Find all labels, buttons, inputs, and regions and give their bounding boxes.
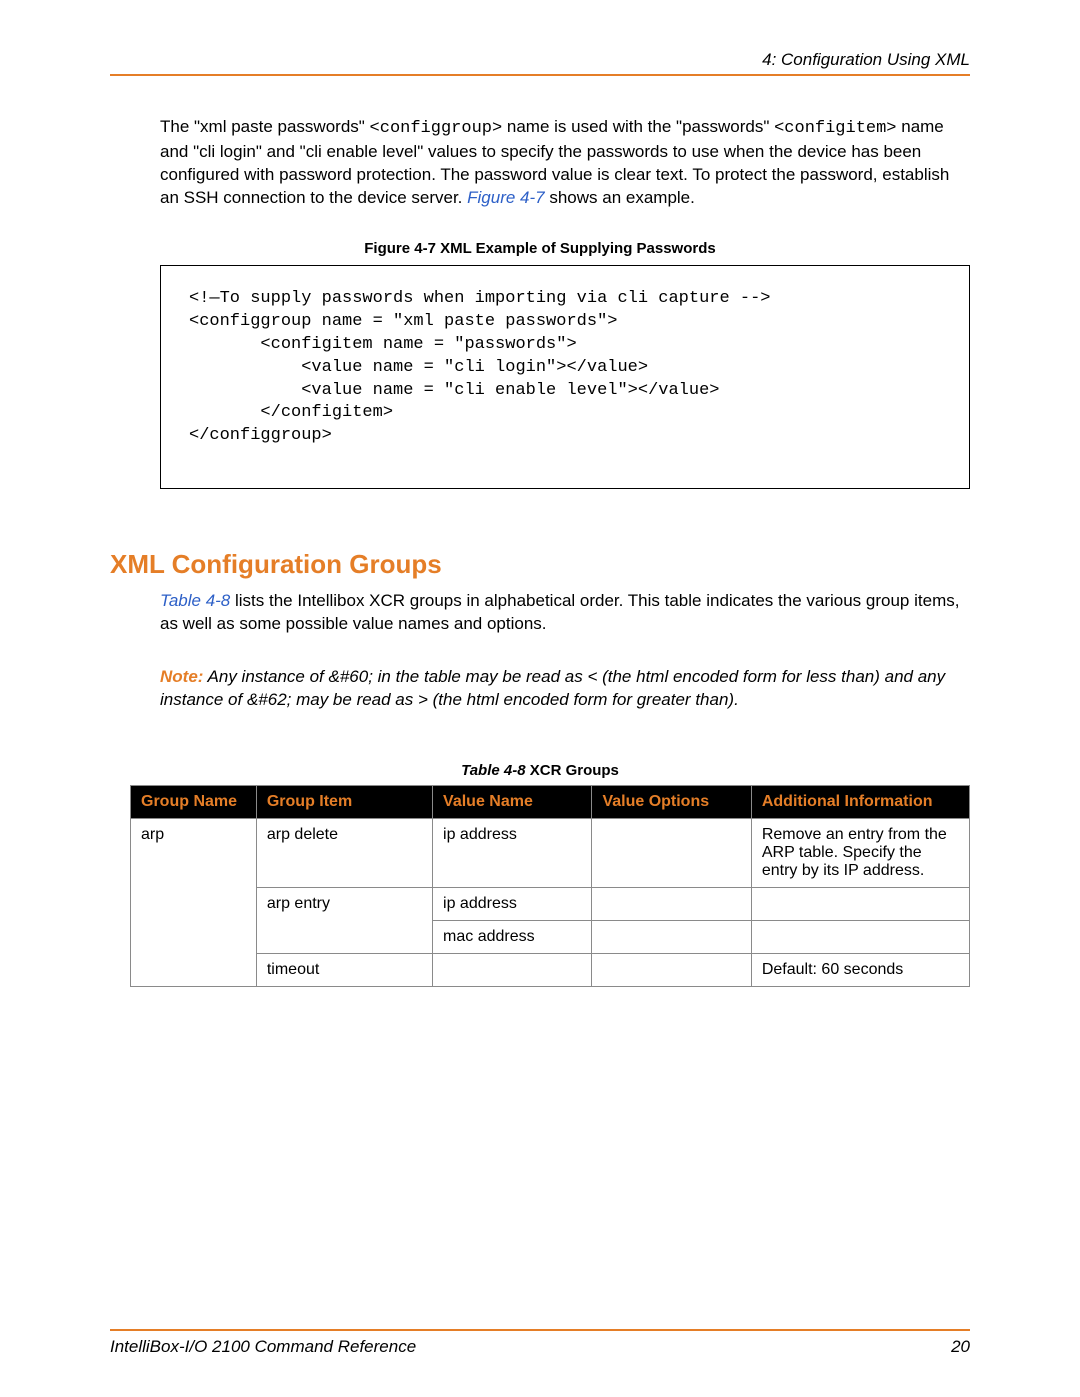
th-group-name: Group Name <box>131 786 257 819</box>
cell-vo <box>592 819 751 888</box>
p1-code1: <configgroup> <box>370 119 503 138</box>
cell-vo <box>592 921 751 954</box>
figure-link[interactable]: Figure 4-7 <box>467 188 544 207</box>
cell-ai: Default: 60 seconds <box>751 954 969 987</box>
body-paragraph-1: The "xml paste passwords" <configgroup> … <box>160 116 970 210</box>
footer-doc-title: IntelliBox-I/O 2100 Command Reference <box>110 1337 416 1357</box>
cell-ai <box>751 921 969 954</box>
cell-gi: timeout <box>256 954 432 987</box>
cell-vn: mac address <box>433 921 592 954</box>
figure-caption: Figure 4-7 XML Example of Supplying Pass… <box>110 240 970 257</box>
section-heading: XML Configuration Groups <box>110 549 970 580</box>
table-row: arp entry ip address <box>131 888 970 921</box>
section-para-a: Table 4-8 lists the Intellibox XCR group… <box>160 590 970 636</box>
p1-seg4: shows an example. <box>545 188 695 207</box>
footer-page-number: 20 <box>951 1337 970 1357</box>
cell-ai <box>751 888 969 921</box>
cell-gn: arp <box>131 819 257 987</box>
xcr-groups-table: Group Name Group Item Value Name Value O… <box>130 785 970 987</box>
cell-ai: Remove an entry from the ARP table. Spec… <box>751 819 969 888</box>
p1-code2: <configitem> <box>774 119 896 138</box>
code-box: <!—To supply passwords when importing vi… <box>160 265 970 490</box>
section-para-a-text: lists the Intellibox XCR groups in alpha… <box>160 591 959 633</box>
footer-rule <box>110 1329 970 1331</box>
cell-vo <box>592 888 751 921</box>
cell-gi: arp entry <box>256 888 432 954</box>
table-caption-rest: XCR Groups <box>526 762 619 779</box>
page-footer: IntelliBox-I/O 2100 Command Reference 20 <box>110 1329 970 1357</box>
th-group-item: Group Item <box>256 786 432 819</box>
th-value-options: Value Options <box>592 786 751 819</box>
cell-vn: ip address <box>433 819 592 888</box>
note-label: Note: <box>160 667 203 686</box>
cell-vn <box>433 954 592 987</box>
note-paragraph: Note: Any instance of &#60; in the table… <box>160 666 970 712</box>
table-caption-prefix: Table 4-8 <box>461 762 525 779</box>
table-caption: Table 4-8 XCR Groups <box>110 762 970 779</box>
table-row: timeout Default: 60 seconds <box>131 954 970 987</box>
note-text: Any instance of &#60; in the table may b… <box>160 667 945 709</box>
cell-gi: arp delete <box>256 819 432 888</box>
th-value-name: Value Name <box>433 786 592 819</box>
chapter-header: 4: Configuration Using XML <box>110 50 970 70</box>
p1-seg1: The "xml paste passwords" <box>160 117 370 136</box>
table-header-row: Group Name Group Item Value Name Value O… <box>131 786 970 819</box>
header-rule <box>110 74 970 76</box>
th-additional-info: Additional Information <box>751 786 969 819</box>
p1-seg2: name is used with the "passwords" <box>502 117 774 136</box>
table-link[interactable]: Table 4-8 <box>160 591 230 610</box>
table-row: arp arp delete ip address Remove an entr… <box>131 819 970 888</box>
cell-vn: ip address <box>433 888 592 921</box>
cell-vo <box>592 954 751 987</box>
